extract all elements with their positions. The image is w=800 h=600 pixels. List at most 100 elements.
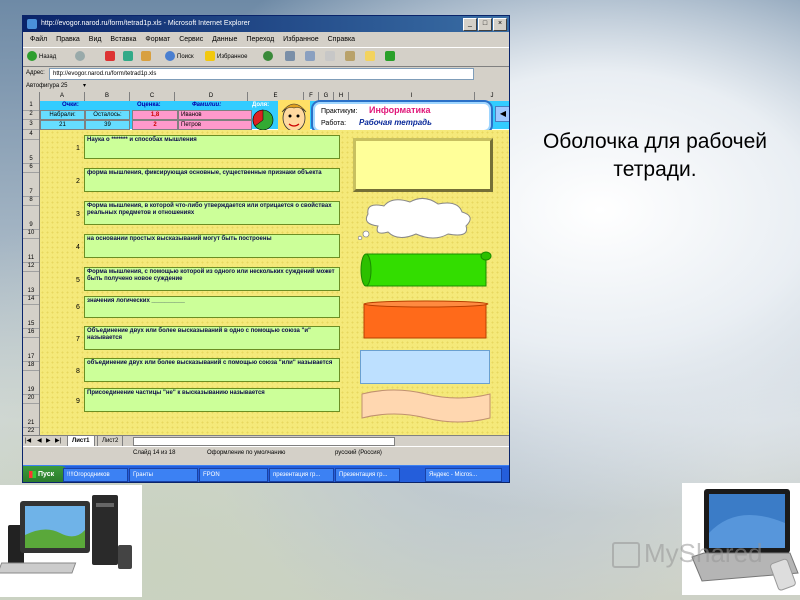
column-header-c[interactable]: C bbox=[130, 92, 175, 101]
menu-edit[interactable]: Правка bbox=[56, 36, 80, 43]
chevron-down-icon[interactable]: ▾ bbox=[83, 81, 86, 91]
row-header[interactable]: 11 bbox=[23, 238, 39, 263]
task-item[interactable]: Яндекс - Micros... bbox=[425, 468, 502, 482]
star-icon bbox=[205, 51, 215, 62]
grade-value-1: 1,8 bbox=[132, 110, 178, 120]
menu-insert[interactable]: Вставка bbox=[110, 36, 136, 43]
question-number: 6 bbox=[76, 304, 80, 311]
surname-2[interactable]: Петров bbox=[178, 120, 252, 130]
question-box-3: Форма мышления, в которой что-либо утвер… bbox=[84, 201, 340, 225]
forward-button[interactable] bbox=[75, 51, 87, 63]
favorites-button[interactable]: Избранное bbox=[205, 51, 247, 63]
tab-scroll-last-icon[interactable]: ▶| bbox=[55, 436, 61, 446]
answer-shape-cloud[interactable] bbox=[358, 196, 478, 240]
tab-scroll-prev-icon[interactable]: ◀ bbox=[37, 436, 42, 446]
row-header[interactable]: 15 bbox=[23, 304, 39, 329]
menu-go[interactable]: Переход bbox=[246, 36, 274, 43]
answer-shape-peach-wave[interactable] bbox=[360, 388, 492, 424]
minimize-button[interactable]: _ bbox=[463, 18, 477, 31]
row-header[interactable]: 19 bbox=[23, 370, 39, 395]
maximize-button[interactable]: □ bbox=[478, 18, 492, 31]
history-icon bbox=[263, 51, 273, 62]
edit-button[interactable] bbox=[325, 51, 337, 63]
question-number: 3 bbox=[76, 211, 80, 218]
row-header[interactable]: 17 bbox=[23, 337, 39, 362]
row-header[interactable]: 5 bbox=[23, 139, 39, 164]
select-all-corner[interactable] bbox=[23, 92, 40, 101]
slide-counter: Слайд 14 из 18 bbox=[133, 450, 176, 456]
folder-button[interactable] bbox=[365, 51, 377, 63]
print-icon bbox=[285, 51, 295, 62]
task-item[interactable]: презентация гр... bbox=[269, 468, 334, 482]
task-item[interactable]: FPON bbox=[199, 468, 268, 482]
discuss-button[interactable] bbox=[345, 51, 357, 63]
task-item[interactable]: !!!!Огородников bbox=[63, 468, 128, 482]
row-header[interactable]: 21 bbox=[23, 403, 39, 428]
spreadsheet: A B C D E F G H I J 1 2 3 4 5 6 7 8 9 10… bbox=[23, 92, 509, 436]
row-header[interactable]: 7 bbox=[23, 172, 39, 197]
status-bar: Слайд 14 из 18 Оформление по умолчанию р… bbox=[23, 446, 509, 459]
history-button[interactable] bbox=[263, 51, 275, 63]
answer-shape-bevel[interactable] bbox=[353, 138, 493, 192]
task-item[interactable]: Гранты bbox=[129, 468, 198, 482]
surname-1[interactable]: Иванов bbox=[178, 110, 252, 120]
menu-tools[interactable]: Сервис bbox=[179, 36, 203, 43]
answer-shape-orange-scroll[interactable] bbox=[360, 298, 492, 342]
points-label: Очки: bbox=[62, 102, 79, 108]
cartoon-face-icon bbox=[278, 100, 310, 134]
menu-favorites[interactable]: Избранное bbox=[283, 36, 318, 43]
back-button[interactable]: Назад bbox=[27, 51, 56, 63]
question-box-9: Присоединение частицы "не" к высказывани… bbox=[84, 388, 340, 412]
horizontal-scrollbar[interactable] bbox=[133, 437, 395, 446]
slide-caption: Оболочка для рабочей тетради. bbox=[542, 130, 768, 181]
question-box-1: Наука о ******* и способах мышления bbox=[84, 135, 340, 159]
back-arrow-icon bbox=[27, 51, 37, 62]
grade-value-2: 2 bbox=[132, 120, 178, 130]
watermark: MyShared bbox=[612, 538, 763, 569]
sound-icon[interactable]: ◀ bbox=[495, 106, 509, 122]
messenger-button[interactable] bbox=[385, 51, 397, 63]
address-input[interactable]: http://evogor.narod.ru/form/tetrad1p.xls bbox=[49, 68, 474, 80]
question-number: 5 bbox=[76, 277, 80, 284]
search-button[interactable]: Поиск bbox=[165, 51, 194, 63]
start-button[interactable]: Пуск bbox=[23, 466, 67, 482]
refresh-button[interactable] bbox=[123, 51, 135, 63]
refresh-icon bbox=[123, 51, 133, 62]
menu-file[interactable]: Файл bbox=[30, 36, 47, 43]
row-header[interactable]: 13 bbox=[23, 271, 39, 296]
menu-data[interactable]: Данные bbox=[212, 36, 237, 43]
grade-label: Оценка: bbox=[137, 102, 161, 108]
question-box-4: на основании простых высказываний могут … bbox=[84, 234, 340, 258]
remaining-label: Осталось: bbox=[85, 110, 130, 120]
close-button[interactable]: × bbox=[493, 18, 507, 31]
stop-button[interactable] bbox=[105, 51, 117, 63]
menu-view[interactable]: Вид bbox=[89, 36, 102, 43]
tab-scroll-first-icon[interactable]: |◀ bbox=[25, 436, 31, 446]
question-box-2: форма мышления, фиксирующая основные, су… bbox=[84, 168, 340, 192]
column-header-a[interactable]: A bbox=[40, 92, 85, 101]
name-box[interactable]: Автофигура 25 bbox=[26, 81, 68, 91]
row-header[interactable]: 9 bbox=[23, 205, 39, 230]
work-value: Рабочая тетрадь bbox=[359, 118, 432, 127]
print-button[interactable] bbox=[285, 51, 297, 63]
practicum-box: Практикум: Информатика Работа: Рабочая т… bbox=[311, 100, 493, 134]
tab-scroll-next-icon[interactable]: ▶ bbox=[46, 436, 51, 446]
mail-button[interactable] bbox=[305, 51, 317, 63]
answer-shape-blue-wave[interactable] bbox=[360, 350, 490, 384]
task-item[interactable]: Презентация гр... bbox=[335, 468, 400, 482]
menu-help[interactable]: Справка bbox=[328, 36, 355, 43]
browser-window: http://evogor.narod.ru/form/tetrad1p.xls… bbox=[22, 15, 510, 483]
menu-format[interactable]: Формат bbox=[145, 36, 170, 43]
column-header-b[interactable]: B bbox=[85, 92, 130, 101]
home-button[interactable] bbox=[141, 51, 153, 63]
title-bar: http://evogor.narod.ru/form/tetrad1p.xls… bbox=[23, 16, 509, 32]
question-box-8: объединение двух или более высказываний … bbox=[84, 358, 340, 382]
column-header-d[interactable]: D bbox=[175, 92, 248, 101]
answer-shape-green-scroll[interactable] bbox=[360, 250, 492, 292]
ie-icon bbox=[27, 19, 37, 29]
question-box-7: Объединение двух или более высказываний … bbox=[84, 326, 340, 350]
design-status: Оформление по умолчанию bbox=[207, 450, 286, 456]
sheet-tabs: |◀ ◀ ▶ ▶| Лист1 Лист2 bbox=[23, 435, 509, 447]
folder-icon bbox=[365, 51, 375, 62]
taskbar: Пуск !!!!Огородников Гранты FPON презент… bbox=[23, 465, 509, 482]
